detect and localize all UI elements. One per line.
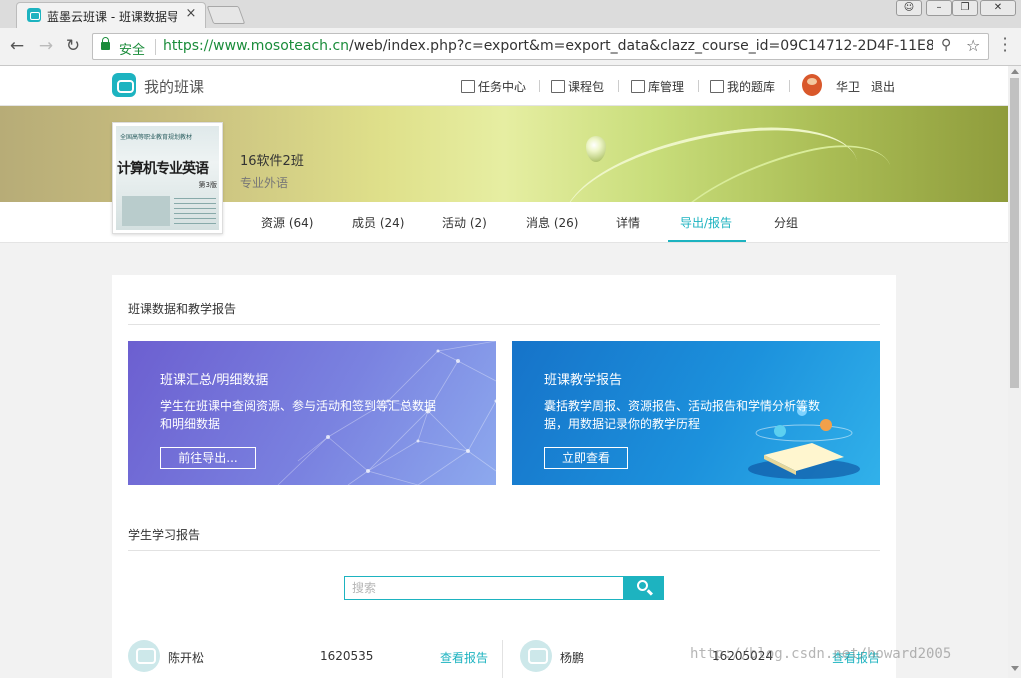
scroll-thumb[interactable] [1010, 78, 1019, 388]
promo-teaching-report[interactable]: 班课教学报告 囊括教学周报、资源报告、活动报告和学情分析等数据，用数据记录你的教… [512, 341, 880, 485]
divider [128, 324, 880, 325]
task-icon [461, 80, 475, 93]
watermark: http://blog.csdn.net/howard2005 [690, 646, 952, 662]
search-icon [637, 580, 648, 591]
user-profile-icon[interactable]: ☺ [896, 0, 922, 16]
divider [502, 640, 503, 678]
question-bank-icon [710, 80, 724, 93]
nav-separator [539, 80, 540, 92]
user-name[interactable]: 华卫 [836, 78, 860, 95]
promo-summary-data[interactable]: 班课汇总/明细数据 学生在班课中查阅资源、参与活动和签到等汇总数据和明细数据 前… [128, 341, 496, 485]
view-now-button[interactable]: 立即查看 [544, 447, 628, 469]
nav-label: 库管理 [648, 80, 685, 94]
tab-members[interactable]: 成员 (24) [352, 214, 404, 231]
export-card: 班课数据和教学报告 班课汇总/明细数据 学生在班课中查阅资源、参与活动和签到等汇… [112, 275, 896, 678]
tab-messages[interactable]: 消息 (26) [526, 214, 578, 231]
search-button[interactable] [623, 576, 664, 600]
tab-groups[interactable]: 分组 [774, 214, 798, 231]
section-title: 班课数据和教学报告 [128, 302, 237, 316]
back-icon[interactable]: ← [6, 35, 28, 57]
water-drop-icon [586, 136, 606, 162]
divider [128, 550, 880, 551]
nav-separator [698, 80, 699, 92]
tab-details[interactable]: 详情 [616, 214, 640, 231]
site-header: 我的班课 任务中心 课程包 库管理 我的题库 华卫 退出 [0, 66, 1008, 106]
browser-tab-bar: 蓝墨云班课 - 班课数据导 × ☺ – ❐ ✕ [0, 0, 1021, 28]
course-cover: 全国高等职业教育规划教材 计算机专业英语 第3版 [112, 122, 223, 234]
tab-activities[interactable]: 活动 (2) [442, 214, 487, 231]
nav-library[interactable]: 库管理 [631, 78, 684, 95]
address-bar[interactable]: 安全 https://www.mosoteach.cn/web/index.ph… [92, 33, 989, 60]
nav-label: 我的题库 [727, 80, 776, 94]
library-icon [631, 80, 645, 93]
cover-edition: 第3版 [198, 181, 217, 189]
address-separator [155, 39, 156, 55]
promo-title: 班课教学报告 [544, 373, 623, 388]
url-host: https://www.mosoteach.cn [163, 38, 350, 54]
secure-label: 安全 [119, 43, 146, 58]
search-input[interactable] [345, 577, 623, 599]
minimize-icon[interactable]: – [926, 0, 952, 16]
page-scrollbar[interactable] [1008, 66, 1021, 678]
section-title: 学生学习报告 [128, 528, 201, 542]
new-tab-button[interactable] [206, 6, 246, 24]
browser-toolbar: ← → ↻ 安全 https://www.mosoteach.cn/web/in… [0, 28, 1021, 66]
package-icon [551, 80, 565, 93]
promo-title: 班课汇总/明细数据 [160, 373, 269, 388]
nav-package[interactable]: 课程包 [551, 78, 604, 95]
promo-description: 学生在班课中查阅资源、参与活动和签到等汇总数据和明细数据 [160, 399, 437, 431]
nav-separator [618, 80, 619, 92]
course-name: 16软件2班 [240, 154, 304, 169]
logo-text[interactable]: 我的班课 [144, 76, 204, 97]
go-export-button[interactable]: 前往导出... [160, 447, 256, 469]
student-name: 杨鹏 [560, 651, 585, 665]
favicon-icon [27, 8, 41, 22]
active-tab-indicator [668, 240, 746, 242]
forward-icon[interactable]: → [35, 35, 57, 57]
tab-export-report[interactable]: 导出/报告 [680, 214, 732, 231]
close-window-icon[interactable]: ✕ [980, 0, 1016, 16]
star-icon[interactable]: ☆ [966, 36, 980, 55]
cover-image: 全国高等职业教育规划教材 计算机专业英语 第3版 [116, 126, 219, 230]
scroll-down-icon[interactable] [1011, 666, 1019, 671]
browser-tab[interactable]: 蓝墨云班课 - 班课数据导 × [16, 2, 206, 28]
list-item: 陈开松 1620535 查看报告 [128, 640, 498, 676]
logo-icon[interactable] [112, 73, 136, 97]
nav-task-center[interactable]: 任务中心 [461, 78, 526, 95]
tab-resources[interactable]: 资源 (64) [261, 214, 313, 231]
tab-close-icon[interactable]: × [184, 7, 198, 21]
course-subject: 专业外语 [240, 176, 289, 190]
student-name: 陈开松 [168, 651, 205, 665]
scroll-up-icon[interactable] [1011, 69, 1019, 74]
nav-label: 任务中心 [478, 80, 527, 94]
lock-icon [101, 37, 110, 50]
restore-icon[interactable]: ❐ [952, 0, 978, 16]
view-report-link[interactable]: 查看报告 [440, 649, 488, 666]
student-id: 1620535 [320, 649, 374, 663]
cover-series: 全国高等职业教育规划教材 [120, 134, 193, 141]
avatar [520, 640, 552, 672]
cover-graphic [122, 196, 170, 226]
nav-label: 课程包 [568, 80, 605, 94]
menu-icon[interactable]: · · · [1000, 31, 1010, 59]
zoom-icon[interactable]: ⚲ [941, 37, 951, 53]
cover-graphic [174, 198, 216, 224]
avatar[interactable] [802, 74, 822, 96]
url-text[interactable]: https://www.mosoteach.cn/web/index.php?c… [163, 38, 933, 54]
url-path: /web/index.php?c=export&m=export_data&cl… [349, 38, 933, 54]
page-content: 我的班课 任务中心 课程包 库管理 我的题库 华卫 退出 全国高等职业教育规划教… [0, 66, 1008, 678]
reload-icon[interactable]: ↻ [62, 35, 84, 57]
promo-description: 囊括教学周报、资源报告、活动报告和学情分析等数据，用数据记录你的教学历程 [544, 399, 821, 431]
tab-title: 蓝墨云班课 - 班课数据导 [47, 10, 177, 24]
avatar [128, 640, 160, 672]
nav-question-bank[interactable]: 我的题库 [710, 78, 775, 95]
logout-link[interactable]: 退出 [871, 78, 895, 95]
nav-separator [789, 80, 790, 92]
student-search [344, 576, 664, 600]
cover-title: 计算机专业英语 [117, 161, 209, 177]
